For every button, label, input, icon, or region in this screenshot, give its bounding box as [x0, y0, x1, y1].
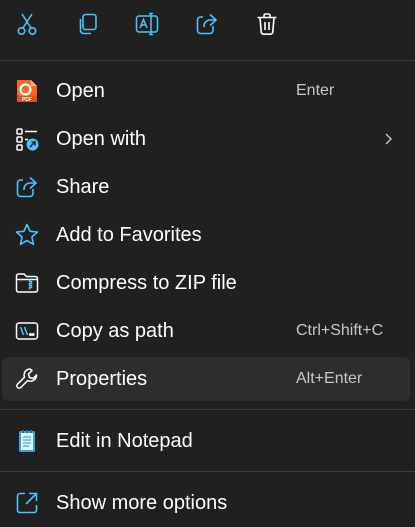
- menu-item-label: Compress to ZIP file: [56, 272, 237, 294]
- menu-item-properties[interactable]: Properties Alt+Enter: [2, 357, 410, 401]
- divider: [0, 60, 415, 61]
- shortcut-text: Ctrl+Shift+C: [296, 322, 384, 339]
- menu-item-label: Edit in Notepad: [56, 430, 193, 452]
- rename-icon: [134, 11, 160, 42]
- star-icon: [14, 222, 40, 248]
- menu-item-label: Share: [56, 176, 110, 198]
- context-menu: PDF Open Enter Open with Share Add to Fa…: [0, 0, 415, 527]
- menu-item-copy-as-path[interactable]: Copy as path Ctrl+Shift+C: [2, 309, 410, 353]
- cut-icon: [14, 11, 40, 42]
- shortcut-text: Alt+Enter: [296, 370, 363, 387]
- divider: [0, 471, 415, 472]
- menu-item-label: Properties: [56, 368, 148, 390]
- share-button[interactable]: [189, 8, 225, 44]
- zip-icon: [14, 270, 40, 296]
- notepad-icon: [14, 428, 40, 454]
- menu-item-share[interactable]: Share: [2, 165, 410, 209]
- share-icon: [14, 174, 40, 200]
- cut-button[interactable]: [9, 8, 45, 44]
- menu-item-open[interactable]: PDF Open Enter: [2, 69, 410, 113]
- divider: [0, 409, 415, 410]
- chevron-right-icon: [380, 131, 396, 147]
- copy-icon: [74, 11, 100, 42]
- quick-actions-toolbar: [0, 0, 415, 56]
- copy-button[interactable]: [69, 8, 105, 44]
- delete-icon: [254, 11, 280, 42]
- menu-item-add-to-favorites[interactable]: Add to Favorites: [2, 213, 410, 257]
- shortcut-text: Enter: [296, 82, 335, 99]
- open-with-icon: [14, 126, 40, 152]
- menu-item-label: Open: [56, 80, 105, 102]
- menu-item-open-with[interactable]: Open with: [2, 117, 410, 161]
- delete-button[interactable]: [249, 8, 285, 44]
- menu-item-compress-zip[interactable]: Compress to ZIP file: [2, 261, 410, 305]
- rename-button[interactable]: [129, 8, 165, 44]
- svg-text:PDF: PDF: [22, 97, 32, 103]
- menu-item-edit-in-notepad[interactable]: Edit in Notepad: [2, 419, 410, 463]
- menu-item-label: Add to Favorites: [56, 224, 202, 246]
- wrench-icon: [14, 366, 40, 392]
- menu-item-label: Open with: [56, 128, 147, 150]
- menu-item-label: Copy as path: [56, 320, 174, 342]
- share-icon: [194, 11, 220, 42]
- pdf-app-icon: PDF: [14, 78, 40, 104]
- menu-item-label: Show more options: [56, 492, 228, 514]
- menu-item-show-more-options[interactable]: Show more options: [2, 481, 410, 525]
- show-more-icon: [14, 490, 40, 516]
- copy-path-icon: [14, 318, 40, 344]
